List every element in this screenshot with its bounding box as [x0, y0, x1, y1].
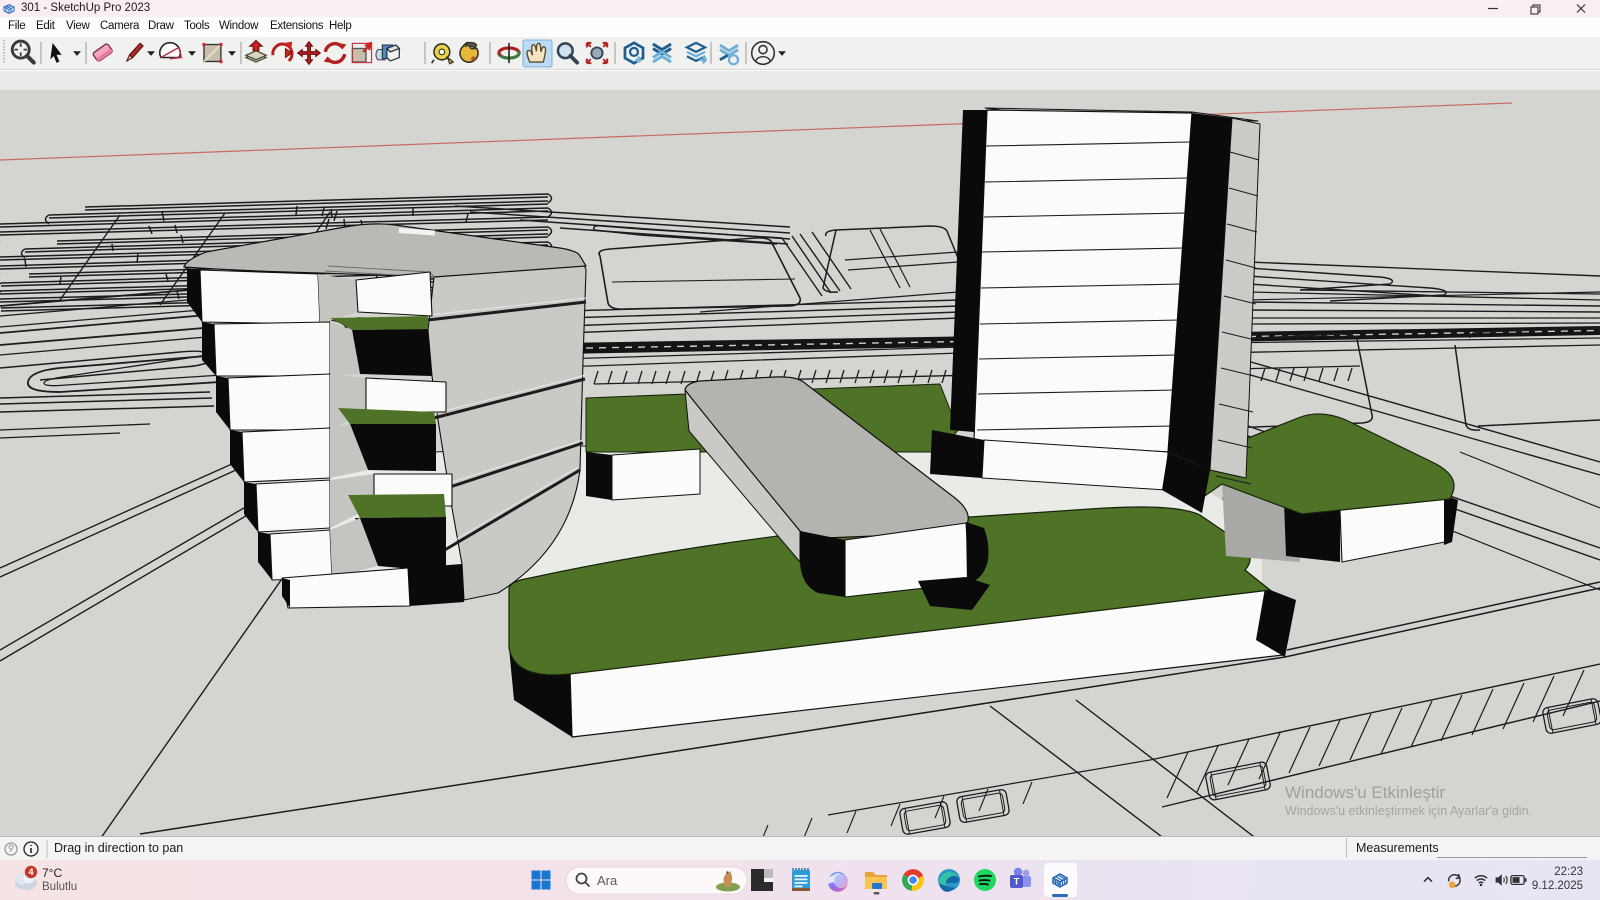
svg-text:Ara: Ara [597, 873, 618, 888]
svg-text:4: 4 [28, 867, 33, 877]
svg-text:T: T [1014, 877, 1020, 888]
